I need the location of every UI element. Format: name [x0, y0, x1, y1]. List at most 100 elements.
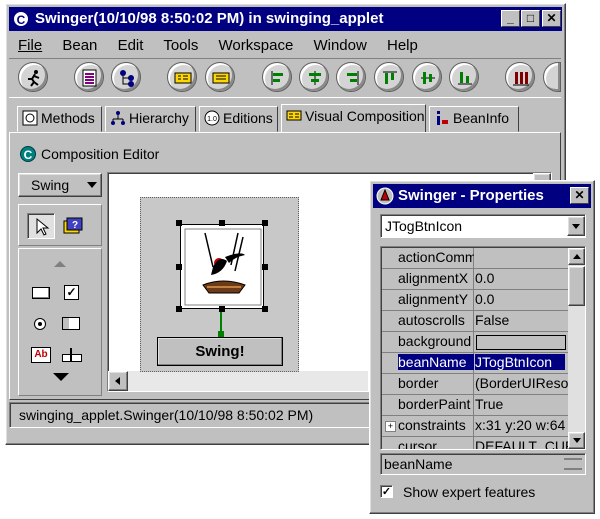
scroll-up-icon[interactable]	[54, 261, 66, 267]
property-name: cursor	[398, 438, 437, 450]
tab-hierarchy-label: Hierarchy	[129, 110, 189, 126]
selection-handle[interactable]	[262, 306, 268, 312]
beans-list-2-icon[interactable]	[205, 62, 235, 92]
swing-picture-icon	[184, 228, 262, 306]
minimize-button[interactable]: _	[501, 10, 520, 27]
property-value[interactable]: DEFAULT_CURSOR	[475, 438, 568, 449]
run-icon[interactable]	[18, 62, 48, 92]
hierarchy-icon[interactable]	[111, 62, 141, 92]
selection-handle[interactable]	[219, 220, 225, 226]
property-sheet: actionComm alignmentX 0.0 alignmentY 0.0 a…	[380, 246, 586, 450]
selected-bean-name: JTogBtnIcon	[385, 218, 463, 234]
jcheckbox-bean-icon[interactable]: ✓	[64, 285, 79, 300]
tab-methods[interactable]: Methods	[17, 106, 102, 132]
jtextfield-bean-icon[interactable]	[62, 348, 82, 362]
palette-category-select[interactable]: Swing	[18, 173, 102, 197]
property-name: border	[398, 375, 439, 391]
method-list-icon[interactable]	[74, 62, 104, 92]
jlabel-bean-icon[interactable]: Ab	[31, 347, 51, 363]
menu-edit[interactable]: Edit	[118, 37, 144, 54]
property-row-cursor[interactable]: cursor DEFAULT_CURSOR	[382, 437, 568, 450]
jtogglebutton-bean-icon[interactable]	[62, 317, 80, 330]
property-value[interactable]: True	[475, 396, 568, 412]
toggle-icon-button[interactable]	[180, 224, 264, 309]
choose-bean-button[interactable]: ?	[60, 213, 88, 239]
property-value[interactable]: 0.0	[475, 270, 568, 286]
connection-line[interactable]	[220, 312, 222, 332]
property-row-actioncommand[interactable]: actionComm	[382, 248, 568, 269]
jpanel-bean-icon[interactable]	[32, 287, 50, 299]
tab-methods-label: Methods	[41, 110, 95, 126]
menu-bean[interactable]: Bean	[62, 37, 97, 54]
align-bottom-icon[interactable]	[449, 62, 479, 92]
maximize-button[interactable]: □	[521, 10, 540, 27]
property-row-background[interactable]: background	[382, 332, 568, 353]
scroll-down-icon[interactable]	[53, 373, 69, 381]
properties-title-bar[interactable]: Swinger - Properties ✕	[373, 184, 591, 208]
tab-beaninfo[interactable]: BeanInfo	[429, 106, 519, 132]
property-row-alignmentx[interactable]: alignmentX 0.0	[382, 269, 568, 290]
property-value[interactable]: False	[475, 312, 568, 328]
close-button[interactable]: ✕	[542, 10, 561, 27]
class-icon: C	[13, 11, 29, 27]
selection-tool-button[interactable]	[27, 213, 55, 239]
property-name: borderPaint	[398, 396, 471, 412]
property-row-constraints[interactable]: + constraints x:31 y:20 w:64	[382, 416, 568, 437]
property-value[interactable]: (BorderUIResource	[475, 375, 568, 391]
scroll-up-button[interactable]	[568, 248, 585, 265]
menu-file[interactable]: File	[18, 37, 42, 54]
align-right-icon[interactable]	[336, 62, 366, 92]
tab-visual-composition-label: Visual Composition	[305, 108, 425, 124]
align-left-icon[interactable]	[262, 62, 292, 92]
align-top-icon[interactable]	[374, 62, 404, 92]
jradiobutton-bean-icon[interactable]	[34, 318, 46, 330]
property-row-autoscrolls[interactable]: autoscrolls False	[382, 311, 568, 332]
scroll-down-button[interactable]	[568, 432, 585, 449]
align-center-icon[interactable]	[299, 62, 329, 92]
align-middle-icon[interactable]	[412, 62, 442, 92]
splitter-grip-icon[interactable]	[564, 458, 582, 470]
selection-handle[interactable]	[176, 306, 182, 312]
show-expert-checkbox[interactable]: ✓	[380, 485, 393, 498]
scroll-thumb[interactable]	[568, 266, 585, 306]
scroll-left-button[interactable]	[108, 371, 128, 391]
composition-editor-title: Composition Editor	[41, 146, 160, 162]
property-row-beanname[interactable]: beanName JTogBtnIcon	[382, 353, 568, 374]
property-value[interactable]: JTogBtnIcon	[475, 354, 565, 370]
expand-icon[interactable]: +	[385, 421, 396, 432]
selection-handle[interactable]	[262, 264, 268, 270]
menu-workspace[interactable]: Workspace	[219, 37, 294, 54]
palette-category-label: Swing	[31, 177, 70, 193]
tab-hierarchy[interactable]: Hierarchy	[105, 106, 196, 132]
menu-window[interactable]: Window	[313, 37, 366, 54]
pointer-icon	[36, 217, 50, 236]
background-color-swatch[interactable]	[476, 335, 566, 350]
property-scrollbar[interactable]	[568, 248, 585, 449]
dropdown-button[interactable]	[567, 216, 585, 236]
property-row-border[interactable]: border (BorderUIResource	[382, 374, 568, 395]
methods-icon	[22, 110, 38, 126]
main-title-bar[interactable]: C Swinger(10/10/98 8:50:02 PM) in swingi…	[9, 7, 562, 31]
property-value[interactable]: 0.0	[475, 291, 568, 307]
selection-handle[interactable]	[176, 264, 182, 270]
status-text: swinging_applet.Swinger(10/10/98 8:50:02…	[19, 407, 314, 423]
tab-editions[interactable]: 1.0 Editions	[199, 106, 278, 132]
property-rows: actionComm alignmentX 0.0 alignmentY 0.0 a…	[382, 248, 568, 450]
property-row-alignmenty[interactable]: alignmentY 0.0	[382, 290, 568, 311]
property-row-borderpainted[interactable]: borderPaint True	[382, 395, 568, 416]
swing-button[interactable]: Swing!	[157, 337, 283, 366]
distribute-icon[interactable]	[505, 62, 535, 92]
property-value[interactable]: x:31 y:20 w:64	[475, 417, 568, 433]
beans-list-icon[interactable]	[167, 62, 197, 92]
svg-text:?: ?	[72, 220, 78, 231]
tab-visual-composition[interactable]: Visual Composition	[281, 104, 426, 132]
selection-handle[interactable]	[262, 220, 268, 226]
svg-text:1.0: 1.0	[207, 116, 217, 123]
close-button[interactable]: ✕	[570, 187, 589, 204]
selection-handle[interactable]	[176, 220, 182, 226]
canvas-horizontal-scrollbar[interactable]	[108, 371, 368, 391]
menu-tools[interactable]: Tools	[163, 37, 198, 54]
bean-selector[interactable]: JTogBtnIcon	[380, 214, 586, 238]
menu-help[interactable]: Help	[387, 37, 418, 54]
property-name: actionComm	[398, 249, 474, 265]
